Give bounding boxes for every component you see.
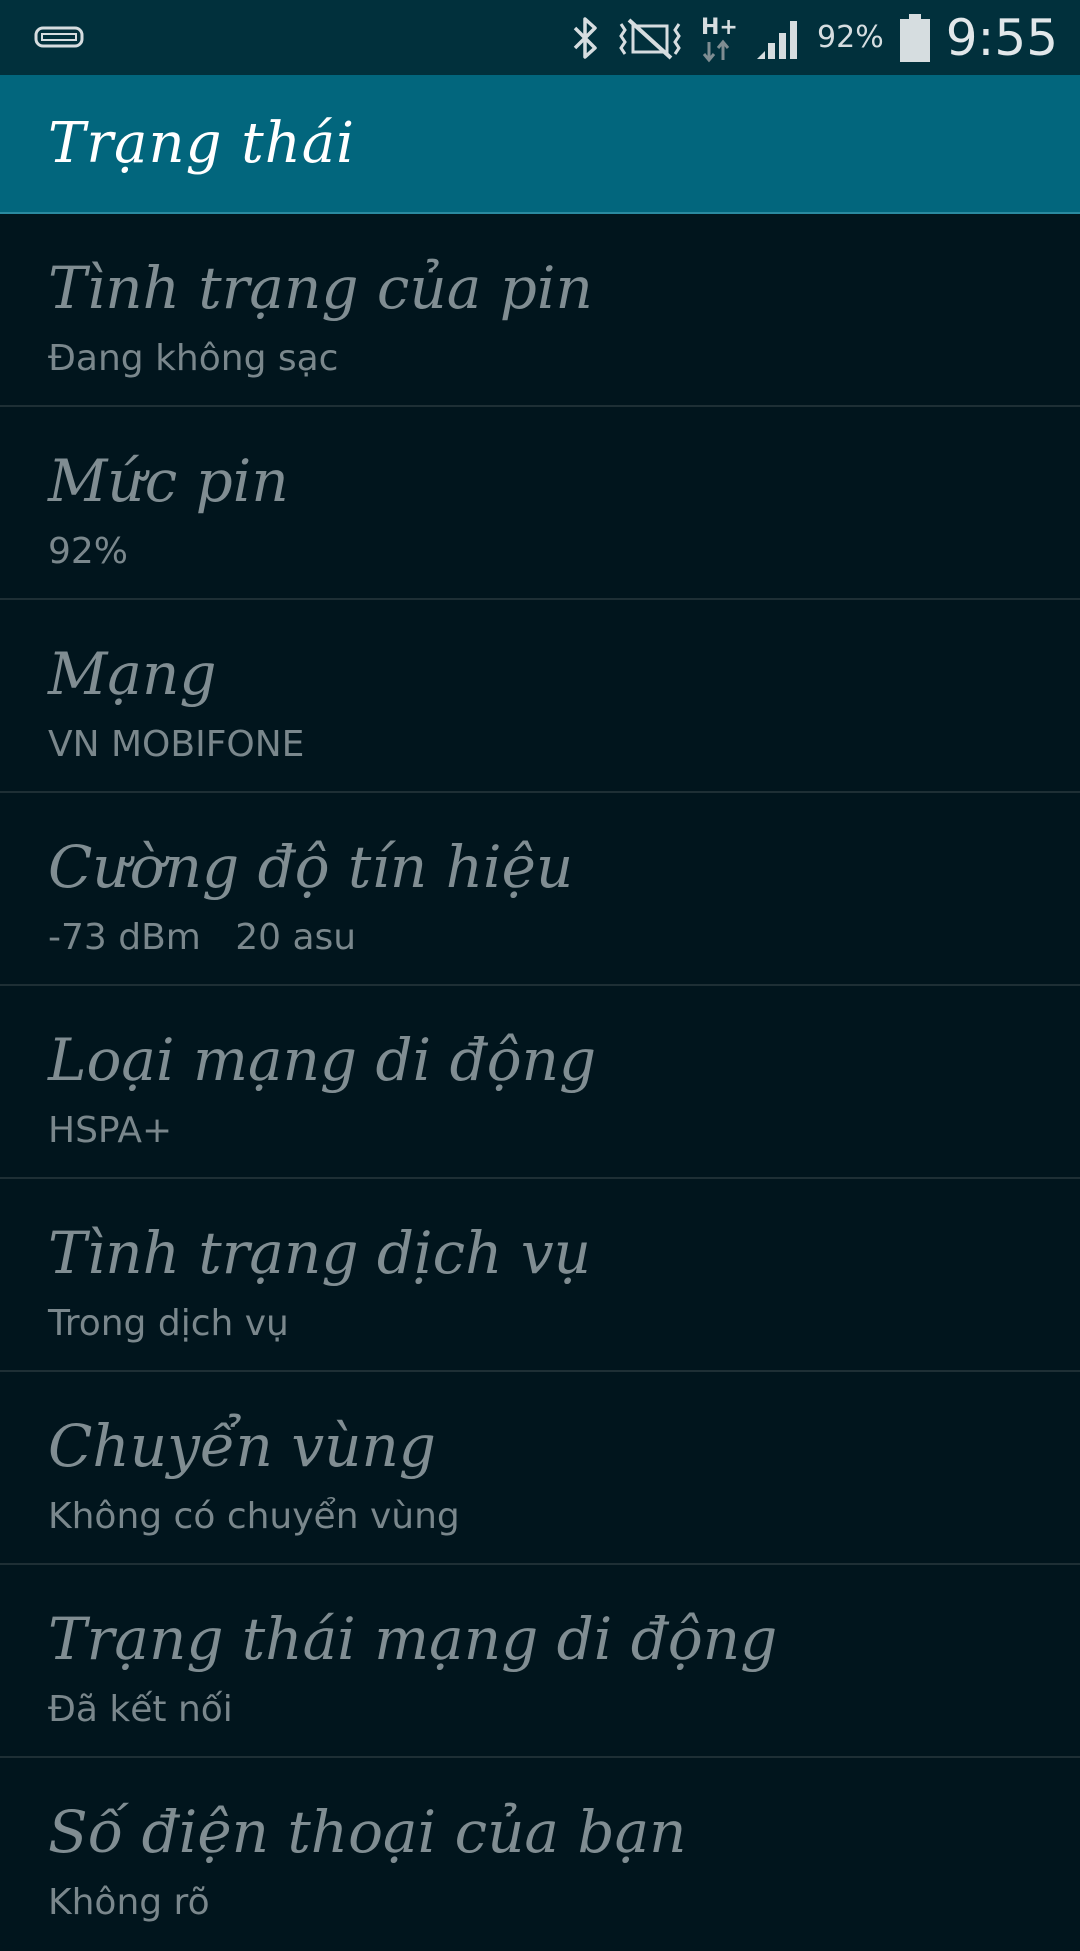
item-title: Trạng thái mạng di động xyxy=(48,1605,778,1673)
item-title: Chuyển vùng xyxy=(48,1412,436,1480)
item-title: Số điện thoại của bạn xyxy=(48,1798,687,1866)
item-title: Tình trạng dịch vụ xyxy=(48,1219,591,1287)
data-hplus-icon: H+ xyxy=(699,10,739,66)
list-item-service-state[interactable]: Tình trạng dịch vụ Trong dịch vụ xyxy=(0,1179,1080,1372)
signal-icon xyxy=(753,13,803,63)
list-item-network[interactable]: Mạng VN MOBIFONE xyxy=(0,600,1080,793)
item-subtitle: HSPA+ xyxy=(48,1110,173,1151)
screen-mirroring-icon xyxy=(34,24,84,50)
network-type-label: H+ xyxy=(701,15,738,40)
page-title: Trạng thái xyxy=(48,111,356,176)
mute-vibrate-icon xyxy=(615,14,685,62)
list-item-battery-level[interactable]: Mức pin 92% xyxy=(0,407,1080,600)
item-subtitle: VN MOBIFONE xyxy=(48,724,305,765)
item-title: Tình trạng của pin xyxy=(48,254,593,322)
item-title: Mạng xyxy=(48,640,217,708)
list-item-signal-strength[interactable]: Cường độ tín hiệu -73 dBm 20 asu xyxy=(0,793,1080,986)
bluetooth-icon xyxy=(571,14,601,62)
item-title: Cường độ tín hiệu xyxy=(48,833,574,901)
list-item-mobile-network-type[interactable]: Loại mạng di động HSPA+ xyxy=(0,986,1080,1179)
item-subtitle: Không rõ xyxy=(48,1882,210,1923)
battery-percent-text: 92% xyxy=(817,20,884,55)
item-title: Loại mạng di động xyxy=(48,1026,597,1094)
item-subtitle: Không có chuyển vùng xyxy=(48,1496,460,1537)
list-item-phone-number[interactable]: Số điện thoại của bạn Không rõ xyxy=(0,1758,1080,1951)
item-subtitle: Trong dịch vụ xyxy=(48,1303,289,1344)
list-item-battery-status[interactable]: Tình trạng của pin Đang không sạc xyxy=(0,214,1080,407)
list-item-roaming[interactable]: Chuyển vùng Không có chuyển vùng xyxy=(0,1372,1080,1565)
status-icons: H+ 92% 9:55 xyxy=(571,0,1058,75)
status-bar: H+ 92% 9:55 xyxy=(0,0,1080,75)
item-subtitle: Đang không sạc xyxy=(48,338,339,379)
item-subtitle: 92% xyxy=(48,531,129,572)
item-title: Mức pin xyxy=(48,447,289,515)
battery-icon xyxy=(898,12,932,64)
list-item-mobile-network-state[interactable]: Trạng thái mạng di động Đã kết nối xyxy=(0,1565,1080,1758)
action-bar: Trạng thái xyxy=(0,75,1080,214)
status-list: Tình trạng của pin Đang không sạc Mức pi… xyxy=(0,214,1080,1951)
clock: 9:55 xyxy=(945,8,1058,67)
item-subtitle: -73 dBm 20 asu xyxy=(48,917,357,958)
item-subtitle: Đã kết nối xyxy=(48,1689,233,1730)
